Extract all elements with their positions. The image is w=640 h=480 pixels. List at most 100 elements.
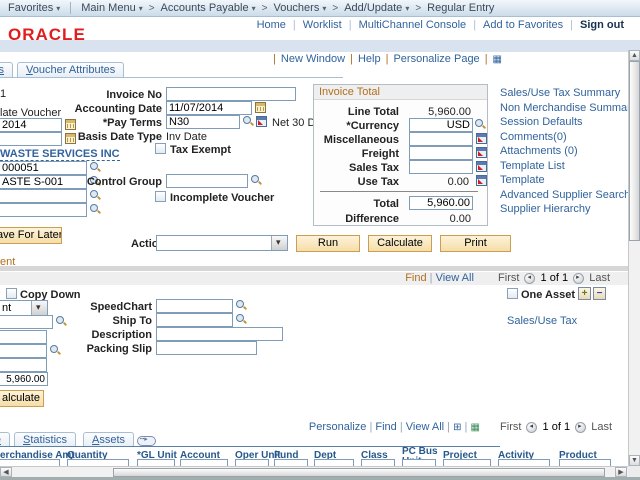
zoom-grid-icon[interactable]: ▦ [470, 422, 479, 433]
comments-link[interactable]: Comments(0) [500, 131, 636, 143]
session-defaults-link[interactable]: Session Defaults [500, 116, 636, 128]
lookup-icon[interactable] [90, 162, 101, 173]
add-row-button[interactable]: + [578, 287, 591, 300]
one-asset-checkbox[interactable] [507, 288, 518, 299]
grid-last-label[interactable]: Last [591, 421, 612, 433]
freight-field[interactable] [409, 146, 473, 160]
grid-tab-assets[interactable]: Assets [83, 432, 134, 447]
home-link[interactable]: Home [257, 19, 286, 31]
delete-row-button[interactable]: − [593, 287, 606, 300]
calendar-icon[interactable] [255, 102, 266, 113]
print-button[interactable]: Print [440, 235, 511, 252]
line-amount-field[interactable] [0, 372, 48, 386]
template-list-link[interactable]: Template List [500, 160, 636, 172]
run-button[interactable]: Run [296, 235, 360, 252]
favorites-menu[interactable]: Favorites [8, 2, 60, 14]
lookup-icon[interactable] [236, 300, 247, 311]
sales-tax-field[interactable] [409, 160, 473, 174]
unit-price-field[interactable] [0, 358, 47, 372]
add-to-favorites-link[interactable]: Add to Favorites [483, 19, 563, 31]
quantity-field[interactable] [0, 330, 47, 344]
sign-out-link[interactable]: Sign out [580, 19, 624, 31]
pay-terms-field[interactable] [166, 115, 240, 129]
grid-view-all-link[interactable]: View All [406, 421, 444, 433]
next-row-icon[interactable] [573, 273, 584, 284]
show-all-tabs-icon[interactable] [137, 436, 156, 446]
grid-tab-fragment[interactable]: e [0, 432, 10, 447]
scroll-down-icon[interactable]: ▼ [629, 455, 640, 466]
personalize-page-link[interactable]: Personalize Page [393, 53, 479, 65]
transfer-icon[interactable] [256, 116, 267, 127]
location-field[interactable] [0, 189, 87, 203]
advanced-supplier-search-link[interactable]: Advanced Supplier Search [500, 189, 636, 201]
transfer-icon[interactable] [476, 133, 487, 144]
scroll-left-icon[interactable]: ◀ [0, 467, 12, 477]
copy-down-checkbox[interactable] [6, 288, 17, 299]
lookup-icon[interactable] [475, 119, 486, 130]
breadcrumb-accounts-payable[interactable]: Accounts Payable [161, 2, 256, 14]
lines-first-label[interactable]: First [498, 272, 519, 284]
save-for-later-button[interactable]: ave For Later [0, 227, 62, 244]
line-sales-use-tax-link[interactable]: Sales/Use Tax [507, 315, 577, 327]
template-link[interactable]: Template [500, 174, 636, 186]
horizontal-scrollbar[interactable]: ◀ ▶ [0, 466, 628, 477]
transfer-icon[interactable] [476, 175, 487, 186]
tab-voucher-attributes[interactable]: Voucher Attributes [17, 62, 124, 77]
grid-tab-statistics[interactable]: Statistics [14, 432, 76, 447]
vertical-scrollbar[interactable]: ▲ ▼ [628, 50, 640, 466]
breadcrumb-vouchers[interactable]: Vouchers [273, 2, 326, 14]
lines-view-all-link[interactable]: View All [436, 272, 474, 284]
transfer-icon[interactable] [476, 147, 487, 158]
vertical-scroll-thumb[interactable] [629, 61, 640, 241]
download-grid-icon[interactable]: ⊞ [453, 422, 461, 433]
invoice-date-field[interactable] [0, 118, 62, 132]
grid-personalize-link[interactable]: Personalize [309, 421, 366, 433]
lines-last-label[interactable]: Last [589, 272, 610, 284]
tax-exempt-checkbox[interactable] [155, 143, 166, 154]
breadcrumb-add-update[interactable]: Add/Update [344, 2, 409, 14]
next-page-icon[interactable] [575, 422, 586, 433]
ship-to-field[interactable] [156, 313, 233, 327]
lookup-icon[interactable] [90, 204, 101, 215]
calculate-button[interactable]: Calculate [368, 235, 432, 252]
previous-page-icon[interactable] [526, 422, 537, 433]
packing-slip-field[interactable] [156, 341, 257, 355]
currency-field[interactable] [409, 118, 473, 132]
transfer-icon[interactable] [476, 161, 487, 172]
multichannel-console-link[interactable]: MultiChannel Console [359, 19, 467, 31]
miscellaneous-field[interactable] [409, 132, 473, 146]
supplier-id-field[interactable] [0, 161, 87, 175]
lines-find-link[interactable]: Find [405, 272, 426, 284]
distribute-by-dropdown[interactable]: nt [0, 300, 48, 316]
item-field[interactable] [0, 315, 53, 329]
chevron-down-icon[interactable] [271, 236, 287, 250]
main-menu[interactable]: Main Menu [81, 2, 142, 14]
chevron-down-icon[interactable] [31, 301, 47, 315]
non-merchandise-summary-link[interactable]: Non Merchandise Summary [500, 102, 636, 114]
address-field[interactable] [0, 203, 87, 217]
invoice-no-field[interactable] [166, 87, 296, 101]
uom-field[interactable] [0, 344, 47, 358]
worklist-link[interactable]: Worklist [303, 19, 342, 31]
grid-find-link[interactable]: Find [375, 421, 396, 433]
lookup-icon[interactable] [243, 116, 254, 127]
tab-payments-fragment[interactable]: s [0, 62, 13, 77]
supplier-hierarchy-link[interactable]: Supplier Hierarchy [500, 203, 636, 215]
lookup-icon[interactable] [236, 314, 247, 325]
invoice-received-field[interactable] [0, 132, 62, 146]
horizontal-scroll-thumb[interactable] [113, 468, 605, 477]
action-dropdown[interactable] [156, 235, 288, 251]
sales-use-tax-summary-link[interactable]: Sales/Use Tax Summary [500, 87, 636, 99]
lookup-icon[interactable] [251, 175, 262, 186]
attachments-link[interactable]: Attachments (0) [500, 145, 636, 157]
speedchart-field[interactable] [156, 299, 233, 313]
total-field[interactable] [409, 196, 473, 210]
line-calculate-button[interactable]: alculate [0, 390, 44, 407]
accounting-date-field[interactable] [166, 101, 252, 115]
scroll-up-icon[interactable]: ▲ [629, 50, 640, 61]
supplier-name-link[interactable]: WASTE SERVICES INC [0, 148, 120, 161]
scroll-right-icon[interactable]: ▶ [615, 467, 627, 477]
grid-first-label[interactable]: First [500, 421, 521, 433]
previous-row-icon[interactable] [524, 273, 535, 284]
help-link[interactable]: Help [358, 53, 381, 65]
